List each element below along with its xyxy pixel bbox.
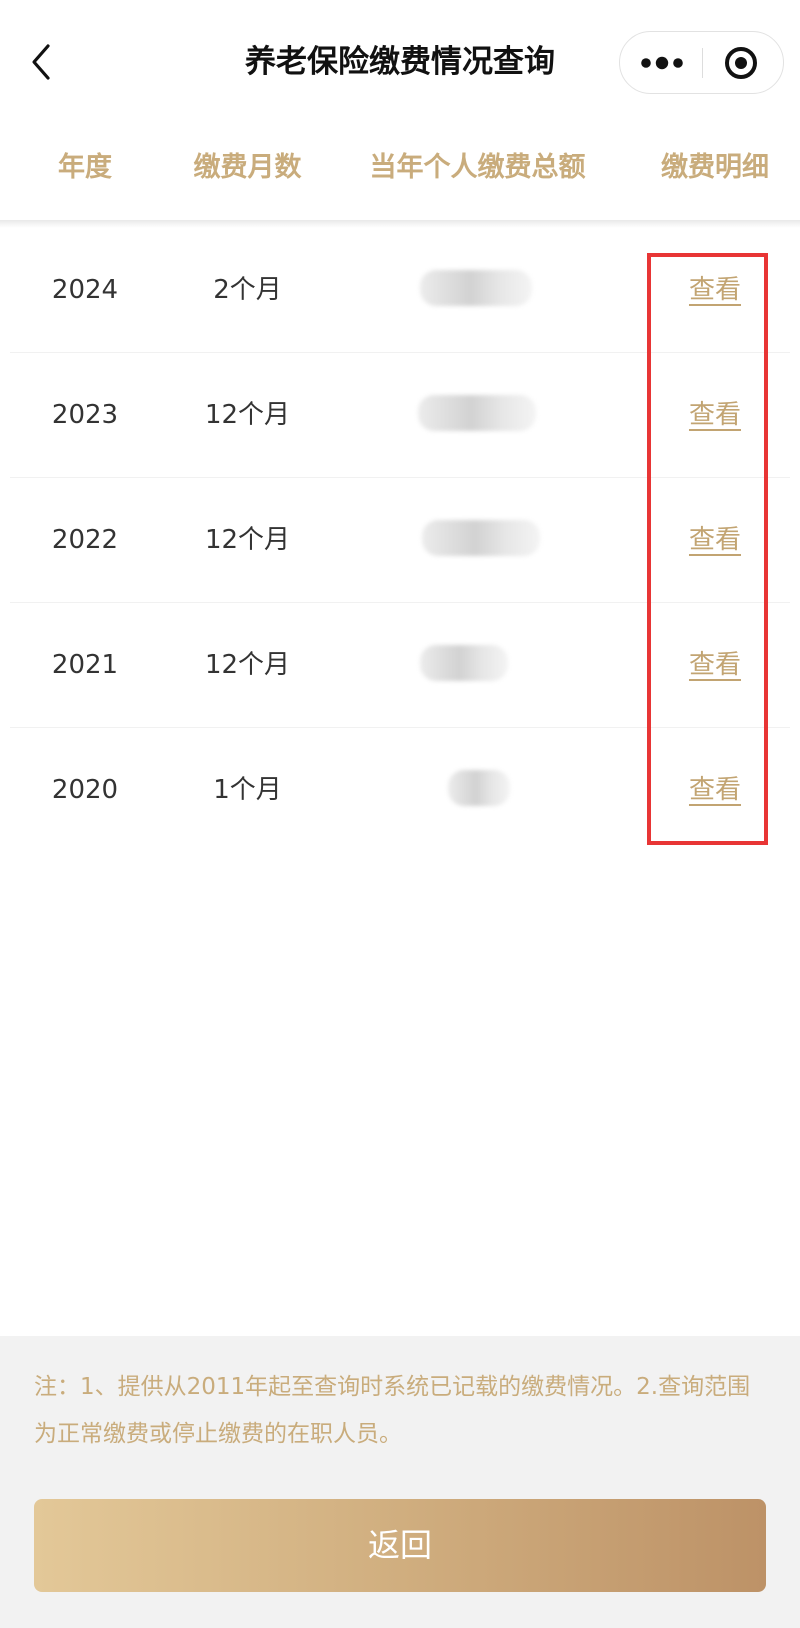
table-row: 2021 12个月 查看	[0, 603, 800, 728]
header-months: 缴费月数	[193, 152, 302, 183]
redacted-amount	[420, 645, 508, 681]
row-months: 1个月	[213, 775, 282, 805]
back-button[interactable]	[22, 38, 62, 86]
target-circle-icon	[725, 47, 757, 79]
view-detail-link[interactable]: 查看	[630, 228, 800, 353]
miniprogram-capsule	[619, 31, 784, 94]
row-year: 2024	[51, 275, 119, 305]
footer: 注：1、提供从2011年起至查询时系统已记载的缴费情况。2.查询范围为正常缴费或…	[0, 1336, 800, 1628]
view-detail-link[interactable]: 查看	[630, 353, 800, 478]
more-button[interactable]	[620, 32, 702, 93]
row-months: 12个月	[204, 400, 291, 430]
table-header: 年度 缴费月数 当年个人缴费总额 缴费明细	[0, 125, 800, 220]
table-row: 2020 1个月 查看	[0, 728, 800, 853]
close-miniprogram-button[interactable]	[703, 32, 783, 93]
table-row: 2023 12个月 查看	[0, 353, 800, 478]
redacted-amount	[422, 520, 540, 556]
redacted-amount	[448, 770, 510, 806]
view-detail-link[interactable]: 查看	[630, 728, 800, 853]
navigation-bar: 养老保险缴费情况查询	[0, 0, 800, 125]
page-title: 养老保险缴费情况查询	[245, 44, 555, 80]
redacted-amount	[420, 270, 532, 306]
header-year: 年度	[58, 152, 112, 183]
row-year: 2023	[51, 400, 119, 430]
redacted-amount	[418, 395, 536, 431]
row-year: 2021	[51, 650, 119, 680]
header-total-amount: 当年个人缴费总额	[369, 152, 586, 183]
more-dots-icon	[641, 56, 683, 70]
view-detail-link[interactable]: 查看	[630, 478, 800, 603]
return-button[interactable]: 返回	[34, 1499, 766, 1592]
table-row: 2022 12个月 查看	[0, 478, 800, 603]
row-months: 12个月	[204, 650, 291, 680]
header-detail: 缴费明细	[661, 152, 769, 183]
row-year: 2022	[51, 525, 119, 555]
footnote-text: 注：1、提供从2011年起至查询时系统已记载的缴费情况。2.查询范围为正常缴费或…	[34, 1374, 751, 1447]
chevron-left-icon	[32, 44, 50, 80]
row-year: 2020	[51, 775, 119, 805]
table-row: 2024 2个月 查看	[0, 228, 800, 353]
view-detail-link[interactable]: 查看	[630, 603, 800, 728]
row-months: 2个月	[213, 275, 282, 305]
row-months: 12个月	[204, 525, 291, 555]
header-divider	[0, 220, 800, 228]
